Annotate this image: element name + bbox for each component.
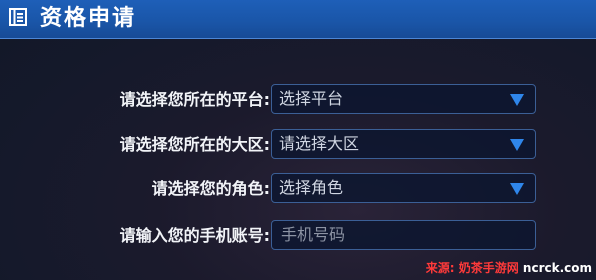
header-bar: 资格申请 <box>0 0 596 39</box>
phone-input[interactable]: 手机号码 <box>271 220 536 250</box>
region-select-value: 请选择大区 <box>279 134 360 153</box>
phone-label: 请输入您的手机账号: <box>119 226 270 245</box>
dropdown-triangle-icon[interactable] <box>510 139 524 151</box>
platform-label: 请选择您所在的平台: <box>119 90 270 109</box>
platform-row: 请选择您所在的平台: 选择平台 <box>0 84 596 116</box>
dropdown-triangle-icon[interactable] <box>510 94 524 106</box>
phone-row: 请输入您的手机账号: 手机号码 <box>0 220 596 252</box>
watermark-site: ncrck.com <box>522 261 592 275</box>
document-list-icon <box>9 8 27 26</box>
dropdown-triangle-icon[interactable] <box>510 183 524 195</box>
role-select-value: 选择角色 <box>279 178 344 197</box>
role-row: 请选择您的角色: 选择角色 <box>0 173 596 205</box>
platform-select[interactable]: 选择平台 <box>271 84 536 114</box>
role-label: 请选择您的角色: <box>151 179 270 198</box>
region-label: 请选择您所在的大区: <box>119 135 270 154</box>
page-title: 资格申请 <box>40 6 137 31</box>
role-select[interactable]: 选择角色 <box>271 173 536 203</box>
region-select[interactable]: 请选择大区 <box>271 129 536 159</box>
phone-input-placeholder: 手机号码 <box>281 225 346 244</box>
watermark-prefix: 来源: <box>425 261 455 275</box>
platform-select-value: 选择平台 <box>279 89 344 108</box>
watermark-name: 奶茶手游网 <box>458 261 519 275</box>
source-watermark: 来源: 奶茶手游网 ncrck.com <box>426 259 592 277</box>
region-row: 请选择您所在的大区: 请选择大区 <box>0 129 596 161</box>
